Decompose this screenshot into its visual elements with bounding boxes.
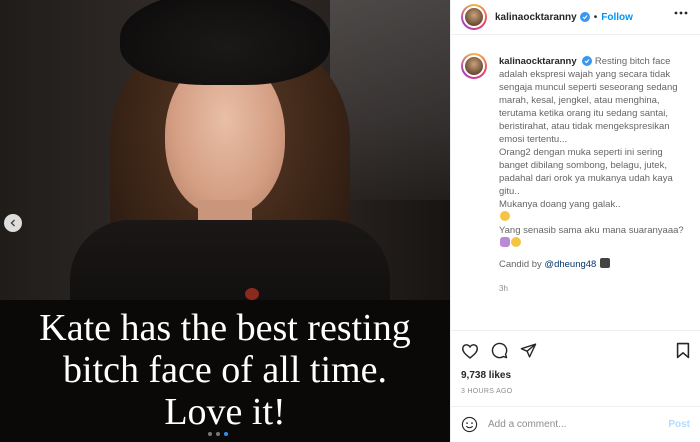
verified-badge-icon bbox=[582, 56, 593, 66]
avatar[interactable] bbox=[461, 4, 487, 30]
paper-plane-icon bbox=[520, 343, 537, 358]
emoji-picker-button[interactable] bbox=[461, 416, 478, 433]
image-overlay-text: Kate has the best resting bitch face of … bbox=[0, 307, 450, 433]
post-header: kalinaocktaranny • Follow bbox=[451, 0, 700, 35]
post-media[interactable]: Kate has the best resting bitch face of … bbox=[0, 0, 450, 442]
caption-credit: Candid by @dheung48 bbox=[499, 258, 686, 271]
heart-eyes-emoji-icon bbox=[500, 211, 510, 221]
previous-slide-button[interactable] bbox=[4, 214, 22, 232]
action-bar bbox=[451, 330, 700, 370]
post-photo bbox=[0, 0, 450, 340]
like-count[interactable]: 9,738 likes bbox=[451, 370, 700, 384]
comment-input[interactable] bbox=[488, 419, 669, 430]
verified-badge-icon bbox=[579, 12, 590, 22]
poppy-brooch bbox=[245, 288, 259, 300]
post-sidebar: kalinaocktaranny • Follow kalinaocktaran… bbox=[450, 0, 700, 442]
post-timestamp[interactable]: 3 HOURS AGO bbox=[451, 384, 700, 406]
comment-icon bbox=[491, 342, 508, 359]
chevron-left-icon bbox=[10, 219, 15, 227]
instagram-post: Kate has the best resting bitch face of … bbox=[0, 0, 700, 442]
follow-button[interactable]: Follow bbox=[601, 12, 633, 23]
carousel-dot bbox=[216, 432, 220, 436]
heart-icon bbox=[461, 343, 479, 359]
caption-username[interactable]: kalinaocktaranny bbox=[499, 56, 577, 67]
credit-mention-link[interactable]: @dheung48 bbox=[544, 259, 596, 270]
caption-paragraph-3: Mukanya doang yang galak.. bbox=[499, 199, 621, 210]
facepalm-emoji-icon bbox=[500, 237, 510, 247]
carousel-dot bbox=[208, 432, 212, 436]
separator: • bbox=[593, 11, 598, 23]
caption-paragraph-2: Orang2 dengan muka seperti ini sering ba… bbox=[499, 147, 673, 197]
more-options-icon[interactable] bbox=[674, 11, 688, 15]
comment-button[interactable] bbox=[491, 342, 508, 359]
overlay-line: Kate has the best resting bbox=[39, 307, 411, 349]
carousel-indicator bbox=[208, 432, 228, 436]
smiley-icon bbox=[461, 416, 478, 433]
carousel-dot-active bbox=[224, 432, 228, 436]
caption-paragraph-4: Yang senasib sama aku mana suaranyaaa? bbox=[499, 224, 686, 250]
overlay-line: bitch face of all time. bbox=[63, 349, 387, 391]
caption-timestamp[interactable]: 3h bbox=[499, 282, 686, 295]
caption-paragraph: Resting bitch face adalah ekspresi wajah… bbox=[499, 56, 678, 145]
add-comment-bar: Post bbox=[451, 406, 700, 442]
share-button[interactable] bbox=[520, 342, 537, 359]
comments-section[interactable]: kalinaocktaranny Resting bitch face adal… bbox=[451, 35, 700, 330]
like-button[interactable] bbox=[461, 343, 479, 359]
sweat-smile-emoji-icon bbox=[511, 237, 521, 247]
header-username[interactable]: kalinaocktaranny bbox=[495, 12, 577, 23]
save-button[interactable] bbox=[676, 342, 690, 359]
bookmark-icon bbox=[676, 342, 690, 359]
post-comment-button[interactable]: Post bbox=[668, 419, 690, 430]
caption: kalinaocktaranny Resting bitch face adal… bbox=[499, 55, 686, 330]
caption-avatar[interactable] bbox=[461, 53, 487, 79]
camera-emoji-icon bbox=[599, 258, 610, 268]
overlay-line: Love it! bbox=[164, 391, 286, 433]
